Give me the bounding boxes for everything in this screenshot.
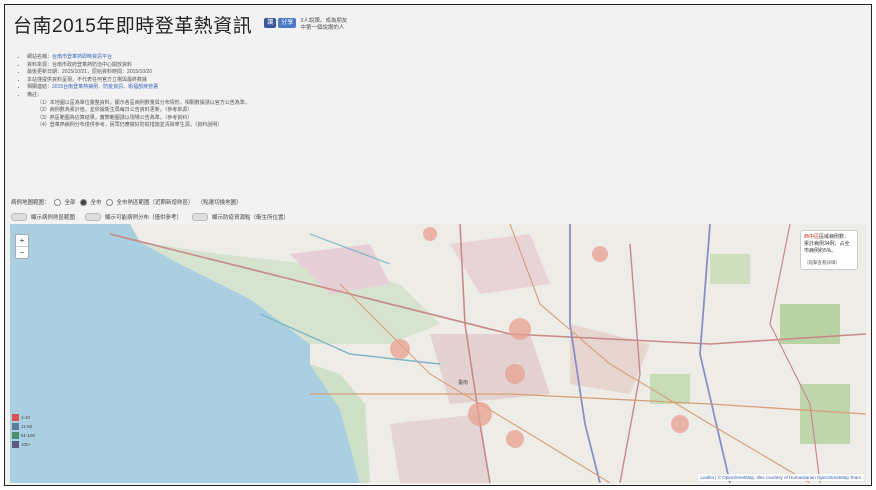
radio-option-all[interactable] (53, 198, 61, 206)
toggle-switch[interactable] (85, 213, 102, 221)
like-count-text: 3人說讚。成為朋友 中第一個說讚的人 (300, 18, 348, 31)
site-link[interactable]: 台南市登革熱即時資訊平台 (52, 54, 112, 60)
region-name: 西中區 (804, 234, 820, 240)
notes-list: （1）本地圖以區為單位彙整資料，顯示各區病例數量與分布情形，相關數據請以官方公告… (27, 100, 737, 130)
info-hint: （點擊查看詳細） (804, 260, 840, 265)
map-attribution[interactable]: Leaflet | © OpenStreetMap, tiles courtes… (697, 474, 864, 481)
info-section: 網站名稱：台南市登革熱即時資訊平台 資料來源：台南市政府登革熱防治中心開放資料 … (17, 54, 737, 130)
filter-note: （點選切換地圖） (197, 200, 242, 206)
dengue-map[interactable]: 臺南 + − 西中區區域病例數：累計病例34例，占全市病例約5%。 （點擊查看詳… (10, 224, 866, 483)
share-button[interactable]: 分享 (278, 18, 297, 28)
like-button[interactable]: 讚 (264, 18, 277, 28)
note-item: （2）病例數為累計值，並依據衛生局每日公告資料更新。（參考來源） (37, 107, 193, 114)
region-info-box: 西中區區域病例數：累計病例34例，占全市病例約5%。 （點擊查看詳細） (800, 230, 858, 270)
social-badges: 讚 分享 (264, 18, 297, 28)
radio-option-hotzone[interactable] (105, 198, 113, 206)
related-links[interactable]: 2015台南登革熱病例、防疫資訊、衛福部疾管署 (52, 84, 158, 90)
map-range-filter: 病例地圖範圍： 全部 全市 全市熱區範圍（近期新增熱區） （點選切換地圖） (11, 198, 242, 206)
page-title: 台南2015年即時登革熱資訊 (13, 16, 253, 37)
page-header: 台南2015年即時登革熱資訊 讚 分享 3人說讚。成為朋友 中第一個說讚的人 (13, 11, 347, 41)
toggle-resources[interactable]: 顯示防疫資源點（衛生所位置） (192, 213, 289, 221)
toggle-hotzone[interactable]: 顯示病例熱區範圍 (11, 213, 75, 221)
info-updated: 最後更新日期：2015/10/21，原始資料時間：2015/10/20 (27, 69, 737, 77)
zoom-in-button[interactable]: + (16, 235, 28, 247)
zoom-control: + − (15, 234, 29, 259)
note-item: （4）登革熱病例分布僅供參考，民眾仍應做好防蚊措施並清除孳生源。（資料說明） (37, 122, 223, 129)
legend-item: 11-50 (12, 423, 35, 430)
legend-item: 51-100 (12, 432, 35, 439)
legend-item: 100+ (12, 441, 35, 448)
toggle-switch[interactable] (192, 213, 209, 221)
info-links: 相關連結：2015台南登革熱病例、防疫資訊、衛福部疾管署 (27, 84, 737, 92)
page-frame: 台南2015年即時登革熱資訊 讚 分享 3人說讚。成為朋友 中第一個說讚的人 網… (4, 4, 872, 486)
place-label: 臺南 (458, 380, 469, 386)
radio-option-city[interactable] (79, 198, 87, 206)
info-site-name: 網站名稱：台南市登革熱即時資訊平台 (27, 54, 737, 62)
info-notes: 備註： （1）本地圖以區為單位彙整資料，顯示各區病例數量與分布情形，相關數據請以… (27, 92, 737, 130)
toggle-possible-cases[interactable]: 顯示可能病例分布（僅供參考） (85, 213, 182, 221)
map-tiles (10, 224, 866, 483)
filter-label: 病例地圖範圍： (11, 200, 50, 206)
layer-toggles: 顯示病例熱區範圍 顯示可能病例分布（僅供參考） 顯示防疫資源點（衛生所位置） (11, 213, 289, 221)
map-legend: 1-10 11-50 51-100 100+ (12, 414, 35, 450)
info-list: 網站名稱：台南市登革熱即時資訊平台 資料來源：台南市政府登革熱防治中心開放資料 … (17, 54, 737, 130)
zoom-out-button[interactable]: − (16, 247, 28, 258)
legend-item: 1-10 (12, 414, 35, 421)
toggle-switch[interactable] (11, 213, 27, 221)
